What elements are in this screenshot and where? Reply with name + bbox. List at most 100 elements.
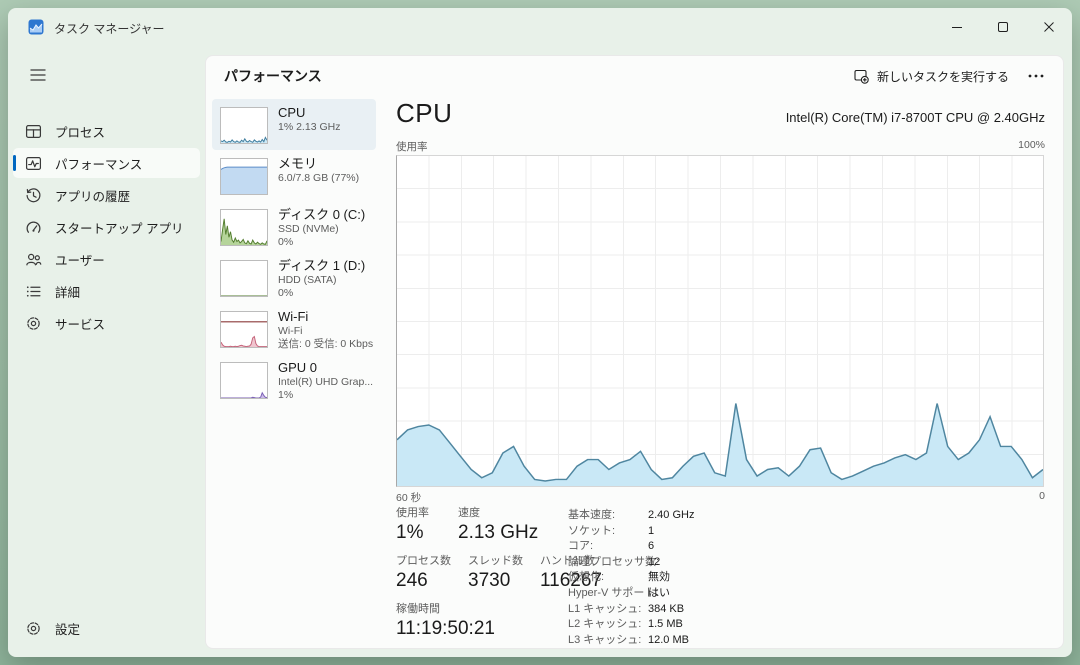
metric-name: Wi-Fi bbox=[278, 309, 374, 325]
list-item-disk1[interactable]: ディスク 1 (D:) HDD (SATA) 0% bbox=[212, 252, 376, 303]
cpu-sparkline bbox=[220, 107, 268, 144]
stat-label: 速度 bbox=[458, 506, 538, 521]
list-item-disk0[interactable]: ディスク 0 (C:) SSD (NVMe) 0% bbox=[212, 201, 376, 252]
wifi-sparkline bbox=[220, 311, 268, 348]
metric-sub: 送信: 0 受信: 0 Kbps bbox=[278, 338, 374, 351]
stat-label: プロセス数 bbox=[396, 554, 456, 569]
stat-label: 使用率 bbox=[396, 506, 446, 521]
spec-label: L2 キャッシュ: bbox=[568, 617, 648, 633]
metric-sub: Intel(R) UHD Grap... bbox=[278, 376, 374, 389]
sidebar-item-label: アプリの履歴 bbox=[55, 186, 130, 205]
metric-name: ディスク 0 (C:) bbox=[278, 207, 374, 223]
maximize-icon bbox=[995, 19, 1011, 35]
spec-label: コア: bbox=[568, 539, 648, 555]
cpu-pane-title: CPU bbox=[396, 98, 452, 129]
stat-label: スレッド数 bbox=[468, 554, 528, 569]
more-options-button[interactable] bbox=[1019, 63, 1053, 89]
list-item-wifi[interactable]: Wi-Fi Wi-Fi 送信: 0 受信: 0 Kbps bbox=[212, 303, 376, 354]
sidebar-item-app-history[interactable]: アプリの履歴 bbox=[13, 180, 200, 210]
metric-sub: 0% bbox=[278, 287, 374, 300]
sidebar: プロセス パフォーマンス アプリの履歴 スタートアップ アプリ bbox=[8, 46, 205, 657]
metric-name: メモリ bbox=[278, 156, 374, 172]
metric-sub: 0% bbox=[278, 236, 374, 249]
list-item-memory[interactable]: メモリ 6.0/7.8 GB (77%) bbox=[212, 150, 376, 201]
spec-value: 12.0 MB bbox=[648, 633, 689, 649]
content-panel: パフォーマンス 新しいタスクを実行する bbox=[205, 55, 1064, 649]
stat-label: 稼働時間 bbox=[396, 602, 495, 617]
panel-header: パフォーマンス 新しいタスクを実行する bbox=[206, 56, 1063, 96]
metric-name: CPU bbox=[278, 105, 374, 121]
spec-value: 2.40 GHz bbox=[648, 508, 694, 524]
sidebar-item-settings[interactable]: 設定 bbox=[13, 613, 200, 643]
sidebar-item-services[interactable]: サービス bbox=[13, 308, 200, 338]
run-new-task-button[interactable]: 新しいタスクを実行する bbox=[843, 63, 1019, 90]
spec-value: はい bbox=[648, 586, 670, 602]
metric-sub: 1% bbox=[278, 389, 374, 402]
stat-value-uptime: 11:19:50:21 bbox=[396, 617, 495, 641]
close-button[interactable] bbox=[1026, 8, 1072, 46]
task-manager-window: タスク マネージャー プロセス bbox=[8, 8, 1072, 657]
spec-label: L1 キャッシュ: bbox=[568, 602, 648, 618]
run-new-task-label: 新しいタスクを実行する bbox=[877, 68, 1009, 85]
performance-icon bbox=[25, 155, 42, 172]
window-title: タスク マネージャー bbox=[54, 20, 165, 37]
spec-label: 基本速度: bbox=[568, 508, 648, 524]
settings-gear-icon bbox=[25, 620, 42, 637]
spec-value: 12 bbox=[648, 555, 660, 571]
sidebar-item-label: スタートアップ アプリ bbox=[55, 218, 183, 237]
sidebar-item-processes[interactable]: プロセス bbox=[13, 116, 200, 146]
list-item-gpu0[interactable]: GPU 0 Intel(R) UHD Grap... 1% bbox=[212, 354, 376, 405]
chart-ymax-label: 100% bbox=[1018, 139, 1045, 154]
list-item-cpu[interactable]: CPU 1% 2.13 GHz bbox=[212, 99, 376, 150]
spec-value: 無効 bbox=[648, 570, 670, 586]
sidebar-item-label: 設定 bbox=[55, 619, 80, 638]
sidebar-item-details[interactable]: 詳細 bbox=[13, 276, 200, 306]
services-icon bbox=[25, 315, 42, 332]
close-icon bbox=[1041, 19, 1057, 35]
sidebar-item-label: 詳細 bbox=[55, 282, 80, 301]
metric-sub: Wi-Fi bbox=[278, 325, 374, 338]
chart-xmin-label: 0 bbox=[1039, 490, 1045, 505]
run-new-task-icon bbox=[853, 68, 869, 84]
gpu0-sparkline bbox=[220, 362, 268, 399]
stat-value-processes: 246 bbox=[396, 569, 456, 593]
stat-value-usage: 1% bbox=[396, 521, 446, 545]
task-manager-app-icon bbox=[28, 19, 44, 35]
disk1-sparkline bbox=[220, 260, 268, 297]
spec-label: 仮想化: bbox=[568, 570, 648, 586]
stat-value-threads: 3730 bbox=[468, 569, 528, 593]
metric-name: ディスク 1 (D:) bbox=[278, 258, 374, 274]
sidebar-item-startup-apps[interactable]: スタートアップ アプリ bbox=[13, 212, 200, 242]
page-title: パフォーマンス bbox=[224, 66, 322, 86]
minimize-icon bbox=[949, 19, 965, 35]
sidebar-item-label: ユーザー bbox=[55, 250, 105, 269]
hamburger-icon bbox=[30, 68, 46, 82]
sidebar-item-label: サービス bbox=[55, 314, 105, 333]
cpu-detail-pane: CPU Intel(R) Core(TM) i7-8700T CPU @ 2.4… bbox=[396, 98, 1046, 642]
cpu-usage-chart[interactable] bbox=[396, 155, 1044, 487]
chart-ylabel: 使用率 bbox=[396, 139, 428, 154]
processor-name: Intel(R) Core(TM) i7-8700T CPU @ 2.40GHz bbox=[786, 110, 1045, 125]
titlebar[interactable]: タスク マネージャー bbox=[8, 8, 1072, 46]
app-history-icon bbox=[25, 187, 42, 204]
maximize-button[interactable] bbox=[980, 8, 1026, 46]
disk0-sparkline bbox=[220, 209, 268, 246]
desktop: { "window": { "title": "タスク マネージャー" }, "… bbox=[0, 0, 1080, 665]
spec-value: 384 KB bbox=[648, 602, 684, 618]
sidebar-item-users[interactable]: ユーザー bbox=[13, 244, 200, 274]
metric-sub: SSD (NVMe) bbox=[278, 223, 374, 236]
sidebar-item-performance[interactable]: パフォーマンス bbox=[13, 148, 200, 178]
spec-value: 1 bbox=[648, 524, 654, 540]
navigation-menu-button[interactable] bbox=[20, 60, 56, 90]
minimize-button[interactable] bbox=[934, 8, 980, 46]
details-icon bbox=[25, 283, 42, 300]
metric-sub: 6.0/7.8 GB (77%) bbox=[278, 172, 374, 185]
spec-label: ソケット: bbox=[568, 524, 648, 540]
chart-xmax-label: 60 秒 bbox=[396, 490, 421, 505]
spec-value: 1.5 MB bbox=[648, 617, 683, 633]
more-icon bbox=[1028, 74, 1044, 78]
metric-sub: HDD (SATA) bbox=[278, 274, 374, 287]
sidebar-item-label: プロセス bbox=[55, 122, 105, 141]
spec-label: 論理プロセッサ数: bbox=[568, 555, 648, 571]
stat-value-speed: 2.13 GHz bbox=[458, 521, 538, 545]
